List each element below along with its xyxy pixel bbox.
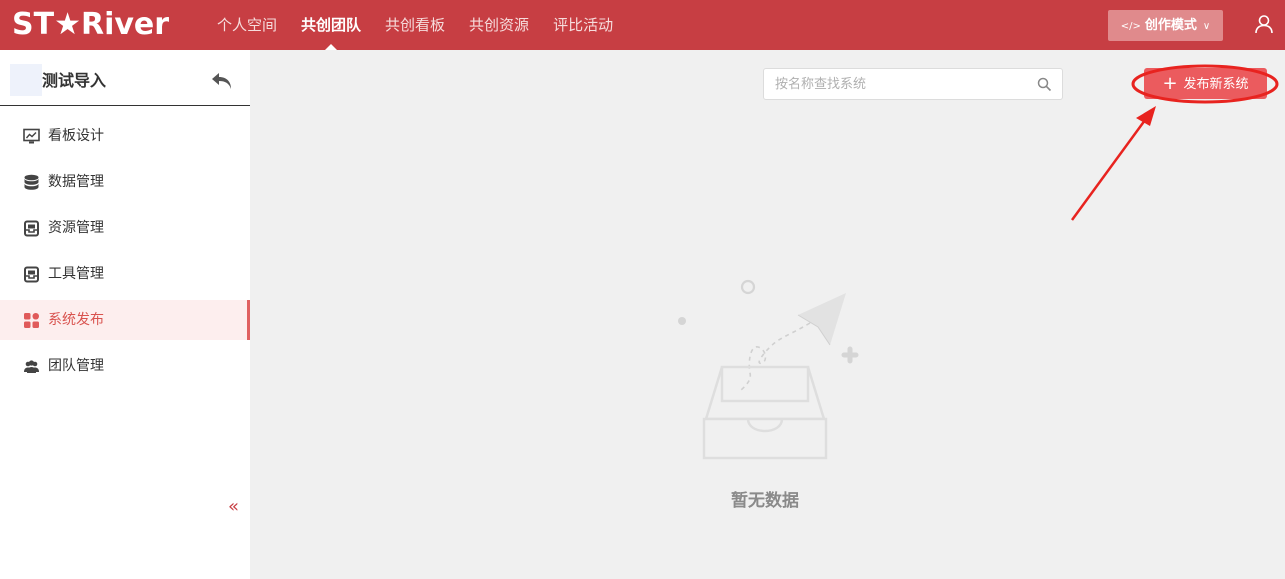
sidebar-item-system-publish[interactable]: 系统发布 <box>0 300 250 340</box>
database-icon <box>24 174 39 190</box>
plus-icon: + <box>1162 73 1178 94</box>
sidebar-item-label: 工具管理 <box>48 266 104 282</box>
sidebar-menu: 看板设计 数据管理 资源管理 工具管理 系统发布 团队管理 <box>0 116 250 392</box>
search-input[interactable] <box>764 69 1024 99</box>
code-icon: </> <box>1120 21 1141 32</box>
nav-co-create-team[interactable]: 共创团队 <box>289 0 373 50</box>
nav-evaluation-activities[interactable]: 评比活动 <box>541 0 625 50</box>
apps-grid-icon <box>24 313 39 328</box>
search-icon[interactable] <box>1037 77 1052 92</box>
creation-mode-button[interactable]: </> 创作模式 ∨ <box>1108 10 1223 41</box>
creation-mode-label: 创作模式 <box>1144 18 1197 33</box>
chart-monitor-icon <box>23 128 40 144</box>
sidebar-item-label: 数据管理 <box>48 174 104 190</box>
team-title: 测试导入 <box>42 71 107 90</box>
team-icon <box>24 360 39 373</box>
nav-personal-space[interactable]: 个人空间 <box>205 0 289 50</box>
drawer-icon <box>24 266 39 283</box>
system-search-box <box>763 68 1063 100</box>
sidebar-header: 测试导入 <box>0 50 250 106</box>
top-nav: 个人空间 共创团队 共创看板 共创资源 评比活动 <box>205 0 625 50</box>
chevron-down-icon: ∨ <box>1202 21 1211 32</box>
collapse-sidebar-icon[interactable]: « <box>228 498 239 516</box>
user-icon[interactable] <box>1254 14 1274 34</box>
publish-new-system-button[interactable]: + 发布新系统 <box>1144 68 1267 99</box>
top-bar: ST★River 个人空间 共创团队 共创看板 共创资源 评比活动 </> 创作模… <box>0 0 1285 50</box>
empty-state-text: 暂无数据 <box>731 491 799 511</box>
sidebar-item-tool-management[interactable]: 工具管理 <box>0 254 250 294</box>
sidebar-item-label: 系统发布 <box>48 312 104 328</box>
sidebar-item-team-management[interactable]: 团队管理 <box>0 346 250 386</box>
logo[interactable]: ST★River <box>12 7 169 43</box>
sidebar-item-label: 资源管理 <box>48 220 104 236</box>
sidebar-item-label: 团队管理 <box>48 358 104 374</box>
sidebar-item-resource-management[interactable]: 资源管理 <box>0 208 250 248</box>
sidebar: 测试导入 看板设计 数据管理 资源管理 工具管理 系统发布 团队管理 « <box>0 50 250 579</box>
undo-arrow-icon[interactable] <box>210 70 234 92</box>
nav-co-create-resources[interactable]: 共创资源 <box>457 0 541 50</box>
empty-box-paper-plane-icon <box>678 279 859 460</box>
sidebar-item-board-design[interactable]: 看板设计 <box>0 116 250 156</box>
sidebar-item-label: 看板设计 <box>48 128 104 144</box>
team-avatar <box>10 64 42 96</box>
nav-co-create-board[interactable]: 共创看板 <box>373 0 457 50</box>
drawer-icon <box>24 220 39 237</box>
publish-new-system-label: 发布新系统 <box>1183 77 1249 92</box>
sidebar-item-data-management[interactable]: 数据管理 <box>0 162 250 202</box>
